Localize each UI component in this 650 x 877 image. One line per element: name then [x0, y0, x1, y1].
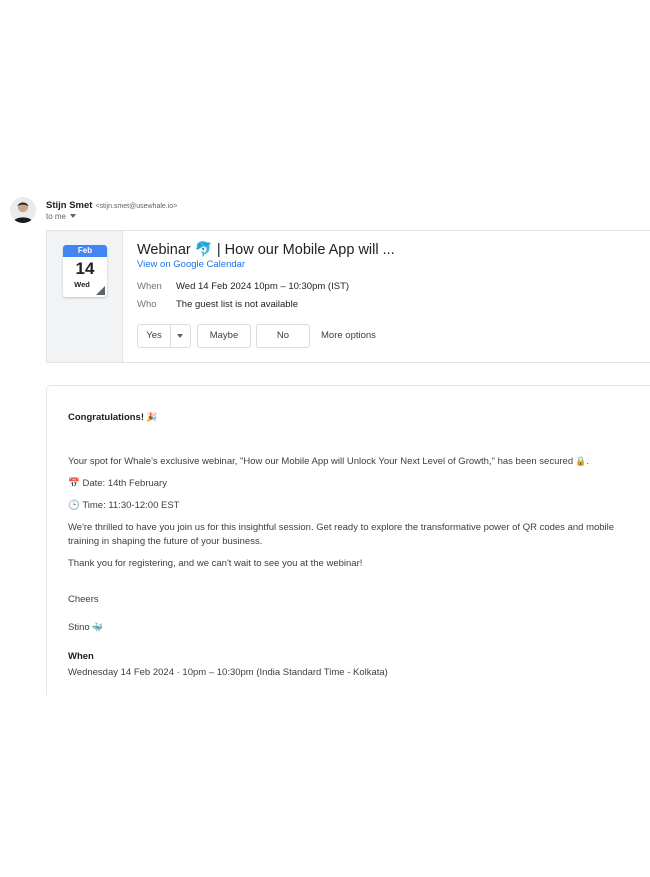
chevron-down-icon	[70, 214, 77, 218]
calendar-emoji-icon: 📅	[68, 478, 80, 489]
event-title-prefix: Webinar	[137, 242, 191, 258]
greeting-text: Congratulations!	[68, 412, 144, 423]
rsvp-no-button[interactable]: No	[256, 324, 310, 348]
view-on-google-calendar-link[interactable]: View on Google Calendar	[137, 259, 245, 271]
time-text: Time: 11:30-12:00 EST	[82, 500, 180, 511]
sender-name[interactable]: Stijn Smet	[46, 200, 92, 211]
sender-email: <stijn.smet@usewhale.io>	[95, 203, 178, 210]
signature-name: Stino	[68, 622, 90, 633]
who-value: The guest list is not available	[176, 299, 298, 310]
signature: Stino 🐳	[68, 620, 103, 635]
sender-line: Stijn Smet <stijn.smet@usewhale.io>	[46, 198, 177, 213]
time-line: 🕒 Time: 11:30-12:00 EST	[68, 499, 179, 513]
intro-line: Your spot for Whale's exclusive webinar,…	[68, 454, 589, 469]
when-detail: Wednesday 14 Feb 2024 · 10pm – 10:30pm (…	[68, 667, 388, 678]
sender-avatar[interactable]	[10, 197, 36, 223]
intro-end: .	[586, 456, 589, 467]
lock-icon: 🔒	[575, 456, 587, 466]
party-popper-icon: 🎉	[146, 412, 158, 422]
more-options-button[interactable]: More options	[321, 330, 376, 342]
when-heading: When	[68, 651, 94, 662]
date-text: Date: 14th February	[82, 478, 167, 489]
rsvp-maybe-button[interactable]: Maybe	[197, 324, 251, 348]
calendar-day: 14	[75, 259, 95, 278]
rsvp-yes-dropdown-chevron-icon[interactable]	[170, 325, 190, 347]
dolphin-emoji-icon: 🐬	[194, 242, 213, 258]
recipient-toggle[interactable]: to me	[46, 212, 77, 222]
event-title[interactable]: Webinar 🐬 | How our Mobile App will ...	[137, 241, 395, 259]
email-view: Stijn Smet <stijn.smet@usewhale.io> to me…	[0, 0, 650, 877]
invite-sidebar: Feb 14 Wed	[47, 231, 123, 362]
event-title-suffix: | How our Mobile App will ...	[216, 242, 395, 258]
page-fold-icon	[96, 286, 105, 295]
date-line: 📅 Date: 14th February	[68, 477, 167, 491]
clock-icon: 🕒	[68, 500, 80, 511]
avatar-person-icon	[10, 197, 36, 223]
calendar-month: Feb	[63, 245, 107, 257]
who-label: Who	[137, 299, 157, 310]
whale-icon: 🐳	[91, 622, 103, 632]
body-paragraph: We're thrilled to have you join us for t…	[68, 522, 615, 547]
calendar-invite-card: Feb 14 Wed Webinar 🐬 | How our Mobile Ap…	[46, 230, 650, 363]
signoff: Cheers	[68, 594, 99, 605]
when-value: Wed 14 Feb 2024 10pm – 10:30pm (IST)	[176, 281, 350, 292]
intro-text: Your spot for Whale's exclusive webinar,…	[68, 456, 574, 467]
greeting: Congratulations! 🎉	[68, 410, 157, 425]
recipient-label: to me	[46, 212, 67, 221]
thanks-line: Thank you for registering, and we can't …	[68, 558, 363, 569]
when-label: When	[137, 281, 162, 292]
rsvp-yes-group: Yes	[137, 324, 191, 348]
rsvp-yes-button[interactable]: Yes	[138, 325, 171, 347]
calendar-date-icon: Feb 14 Wed	[63, 245, 107, 297]
